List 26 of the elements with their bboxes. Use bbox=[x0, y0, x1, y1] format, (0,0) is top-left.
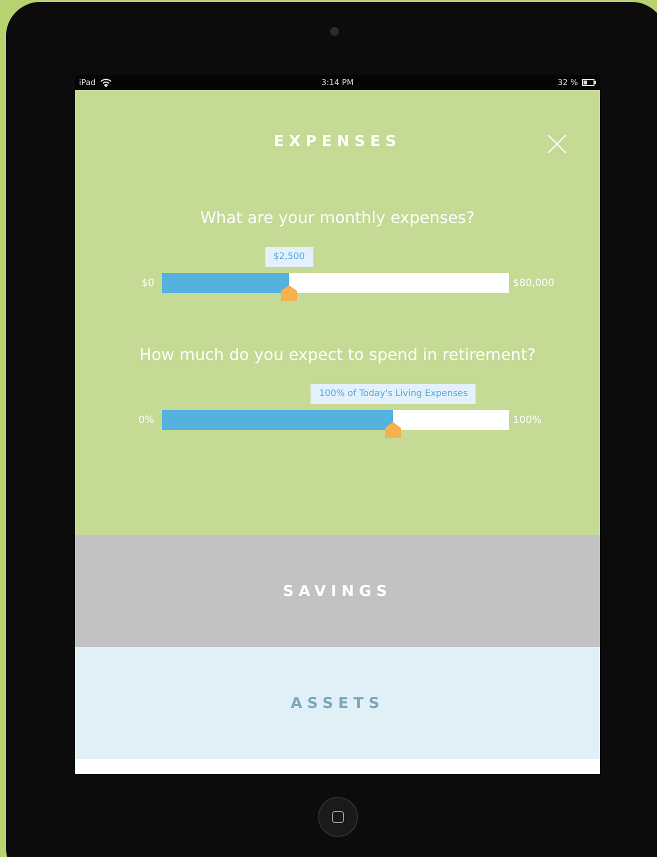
slider-min-label: $0 bbox=[140, 278, 156, 288]
battery-percent: 32 % bbox=[558, 78, 578, 87]
close-icon[interactable] bbox=[547, 134, 567, 154]
section-panel[interactable]: ASSETS bbox=[75, 647, 600, 759]
slider-track[interactable] bbox=[162, 273, 509, 293]
slider-thumb[interactable] bbox=[281, 285, 298, 301]
section-title: ASSETS bbox=[290, 694, 384, 712]
section-panel[interactable]: EXPENSES What are your monthly expenses? $0 $2,500 $80,000 How much do you expect to spend in retirement? 0% 100% of Today's Living Expenses 100% bbox=[75, 90, 600, 535]
value-tooltip: 100% of Today's Living Expenses bbox=[311, 384, 476, 404]
slider-track[interactable] bbox=[162, 410, 509, 430]
section-panel[interactable]: SAVINGS bbox=[75, 535, 600, 647]
home-button[interactable] bbox=[318, 797, 358, 837]
section-title: SAVINGS bbox=[282, 582, 392, 600]
question-text: How much do you expect to spend in retirement? bbox=[138, 345, 537, 364]
slider-max-label: $80,000 bbox=[512, 278, 556, 288]
device-name: iPad bbox=[79, 78, 96, 87]
camera-icon bbox=[330, 27, 339, 36]
slider-thumb[interactable] bbox=[385, 422, 402, 438]
battery-icon bbox=[582, 79, 596, 86]
value-tooltip: $2,500 bbox=[265, 247, 313, 267]
status-time: 3:14 PM bbox=[321, 78, 354, 87]
slider-max-label: 100% bbox=[512, 414, 542, 426]
slider-min-label: 0% bbox=[137, 414, 156, 426]
question-text: What are your monthly expenses? bbox=[199, 208, 476, 227]
wifi-icon bbox=[100, 78, 112, 87]
section-title: EXPENSES bbox=[274, 132, 402, 152]
